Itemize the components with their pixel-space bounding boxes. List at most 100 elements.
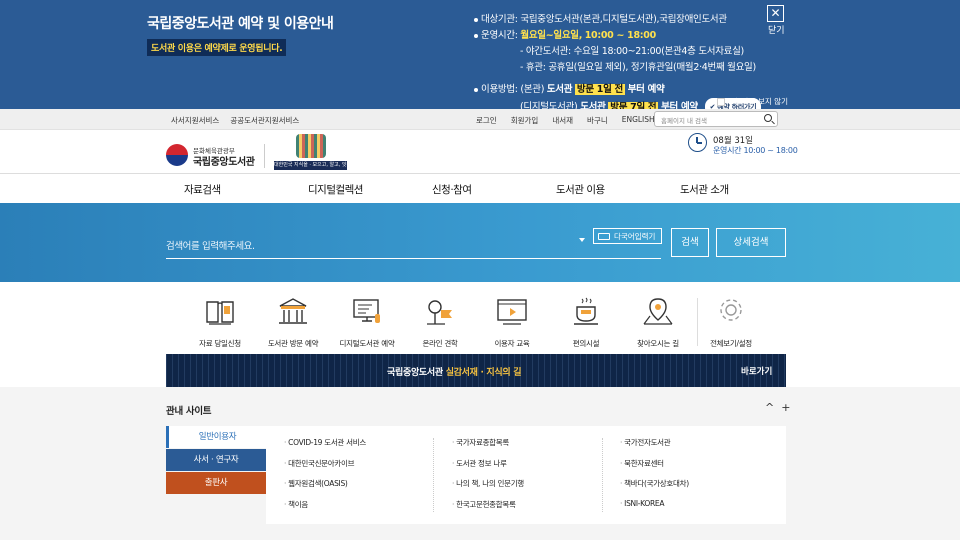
utility-right-links: 로그인 회원가입 내서재 바구니 ENGLISH (476, 115, 655, 126)
bullet-icon (474, 87, 478, 92)
list-item[interactable]: COVID-19 도서관 서비스 (284, 437, 366, 458)
quick-item-user-education[interactable]: 이용자 교육 (475, 296, 549, 349)
book-request-icon (203, 296, 237, 328)
target-value: 국립중앙도서관(본관,디지털도서관),국립장애인도서관 (520, 14, 727, 25)
related-sites-title: 관내 사이트 (166, 406, 212, 417)
close-icon: ✕ (770, 6, 781, 20)
coffee-cup-icon (569, 296, 603, 328)
site-search-placeholder: 홈페이지 내 검색 (661, 117, 707, 125)
promo-text: 국립중앙도서관 실감서재 · 지식의 길 (387, 368, 522, 378)
keyboard-icon (598, 232, 610, 240)
quick-item-digital-reservation[interactable]: 디지털도서관 예약 (330, 296, 404, 349)
banner-target-row: 대상기관: 국립중앙도서관(본관,디지털도서관),국립장애인도서관 (474, 12, 761, 28)
list-item[interactable]: 대한민국신문아카이브 (284, 458, 366, 479)
links-column-2: 국가자료종합목록 도서관 정보 나루 나의 책, 나의 인문기행 한국고문헌종합… (452, 437, 524, 519)
search-icon[interactable] (764, 114, 772, 122)
bullet-icon (474, 33, 478, 38)
utility-left-links: 사서지원서비스 공공도서관지원서비스 (171, 115, 299, 126)
links-column-1: COVID-19 도서관 서비스 대한민국신문아카이브 웹자원검색(OASIS)… (284, 437, 366, 519)
util-link-public-library-support[interactable]: 공공도서관지원서비스 (230, 115, 299, 126)
clock-icon (688, 133, 707, 152)
today-hours: 운영시간 10:00 ~ 18:00 (713, 146, 798, 155)
list-item[interactable]: 국가자료종합목록 (452, 437, 524, 458)
utility-bar: 사서지원서비스 공공도서관지원서비스 로그인 회원가입 내서재 바구니 ENGL… (0, 109, 960, 130)
closed-days-line: - 휴관: 공휴일(일요일 제외), 정기휴관일(매월2·4번째 월요일) (520, 62, 756, 73)
quick-item-online-tour[interactable]: 온라인 견학 (403, 296, 477, 349)
flag-pin-icon (423, 296, 457, 328)
english-link[interactable]: ENGLISH (622, 115, 655, 126)
related-sites-links: COVID-19 도서관 서비스 대한민국신문아카이브 웹자원검색(OASIS)… (266, 426, 786, 524)
my-library-link[interactable]: 내서재 (552, 115, 573, 126)
campaign-art-icon (296, 134, 326, 158)
quick-item-visit-reservation[interactable]: 도서관 방문 예약 (256, 296, 330, 349)
nav-library-use[interactable]: 도서관 이용 (556, 182, 605, 197)
video-lecture-icon (495, 296, 529, 328)
basket-link[interactable]: 바구니 (587, 115, 608, 126)
banner-title: 국립중앙도서관 예약 및 이용안내 (147, 16, 334, 32)
nav-apply-participate[interactable]: 신청·참여 (432, 182, 472, 197)
related-sites-controls: ^ + (765, 401, 790, 414)
hours-days: 월요일~일요일, (520, 30, 583, 41)
computer-icon (350, 296, 384, 328)
quick-item-view-all-settings[interactable]: 전체보기/설정 (694, 296, 768, 349)
campaign-tag: 대한민국 지식을 · 모으고, 알고, 잇다 (274, 161, 347, 170)
quick-menu: 자료 당일신청 도서관 방문 예약 디지털도서관 예약 온라인 견학 이용자 교… (0, 282, 960, 387)
no-show-checkbox[interactable] (717, 97, 725, 106)
logo-divider (264, 144, 265, 168)
nav-digital-collection[interactable]: 디지털컬렉션 (308, 182, 363, 197)
main-search-placeholder: 검색어를 입력해주세요. (166, 241, 255, 252)
tab-general-user[interactable]: 일반이용자 (166, 426, 266, 448)
plus-icon[interactable]: + (781, 401, 790, 414)
site-header: 문화체육관광부 국립중앙도서관 대한민국 지식을 · 모으고, 알고, 잇다 (0, 130, 960, 173)
quick-item-amenities[interactable]: 편의시설 (549, 296, 623, 349)
util-link-librarian-support[interactable]: 사서지원서비스 (171, 115, 219, 126)
promo-go-link[interactable]: 바로가기 (741, 365, 772, 377)
multilang-keyboard-button[interactable]: 다국어입력기 (593, 228, 662, 244)
night-library-line: - 야간도서관: 수요일 18:00~21:00(본관4층 도서자료실) (520, 46, 744, 57)
banner-hours-row: 운영시간: 월요일~일요일, 10:00 ~ 18:00 (474, 28, 761, 44)
library-building-icon (276, 296, 310, 328)
related-sites-tabs: 일반이용자 사서 · 연구자 출판사 (166, 426, 266, 495)
quick-item-directions[interactable]: 찾아오시는 길 (621, 296, 695, 349)
list-item[interactable]: 책바다(국가상호대차) (620, 478, 689, 499)
list-item[interactable]: 책이음 (284, 499, 366, 520)
banner-subtitle: 도서관 이용은 예약제로 운영됩니다. (147, 39, 287, 56)
gear-icon (714, 296, 748, 328)
advanced-search-button[interactable]: 상세검색 (716, 228, 786, 257)
signup-link[interactable]: 회원가입 (511, 115, 539, 126)
tab-publisher[interactable]: 출판사 (166, 472, 266, 494)
quick-item-same-day-request[interactable]: 자료 당일신청 (183, 296, 257, 349)
nav-material-search[interactable]: 자료검색 (184, 182, 221, 197)
no-show-today-option[interactable]: 오늘하루 보지 않기 (717, 96, 788, 107)
close-label[interactable]: 닫기 (768, 23, 785, 36)
links-column-3: 국가전자도서관 북한자료센터 책바다(국가상호대차) ISNI-KOREA (620, 437, 689, 519)
map-pin-icon (641, 296, 675, 328)
notice-banner: 국립중앙도서관 예약 및 이용안내 도서관 이용은 예약제로 운영됩니다. 대상… (0, 0, 960, 116)
list-item[interactable]: 도서관 정보 나루 (452, 458, 524, 479)
hours-time: 10:00 ~ 18:00 (584, 30, 656, 41)
search-type-dropdown-icon[interactable] (579, 238, 585, 242)
list-item[interactable]: 나의 책, 나의 인문기행 (452, 478, 524, 499)
list-item[interactable]: 한국고문헌종합목록 (452, 499, 524, 520)
government-emblem-icon[interactable] (166, 144, 188, 166)
collapse-icon[interactable]: ^ (765, 401, 774, 414)
list-item[interactable]: 웹자원검색(OASIS) (284, 478, 366, 499)
nav-library-intro[interactable]: 도서관 소개 (680, 182, 729, 197)
main-search-input[interactable]: 검색어를 입력해주세요. 다국어입력기 (166, 227, 662, 259)
bullet-icon (474, 17, 478, 22)
search-button[interactable]: 검색 (671, 228, 709, 257)
search-hero: 검색어를 입력해주세요. 다국어입력기 검색 상세검색 (0, 203, 960, 282)
main-navigation: 자료검색 디지털컬렉션 신청·참여 도서관 이용 도서관 소개 (0, 173, 960, 203)
tab-librarian-researcher[interactable]: 사서 · 연구자 (166, 449, 266, 471)
campaign-logo[interactable]: 대한민국 지식을 · 모으고, 알고, 잇다 (274, 134, 347, 170)
login-link[interactable]: 로그인 (476, 115, 497, 126)
list-item[interactable]: 북한자료센터 (620, 458, 689, 479)
close-banner-button[interactable]: ✕ (767, 5, 784, 22)
list-item[interactable]: ISNI-KOREA (620, 499, 689, 520)
column-divider (602, 438, 603, 512)
site-search-input[interactable]: 홈페이지 내 검색 (654, 111, 778, 127)
library-logo-name[interactable]: 국립중앙도서관 (193, 153, 255, 168)
column-divider (433, 438, 434, 512)
list-item[interactable]: 국가전자도서관 (620, 437, 689, 458)
promo-banner[interactable]: 국립중앙도서관 실감서재 · 지식의 길 바로가기 (166, 354, 786, 387)
